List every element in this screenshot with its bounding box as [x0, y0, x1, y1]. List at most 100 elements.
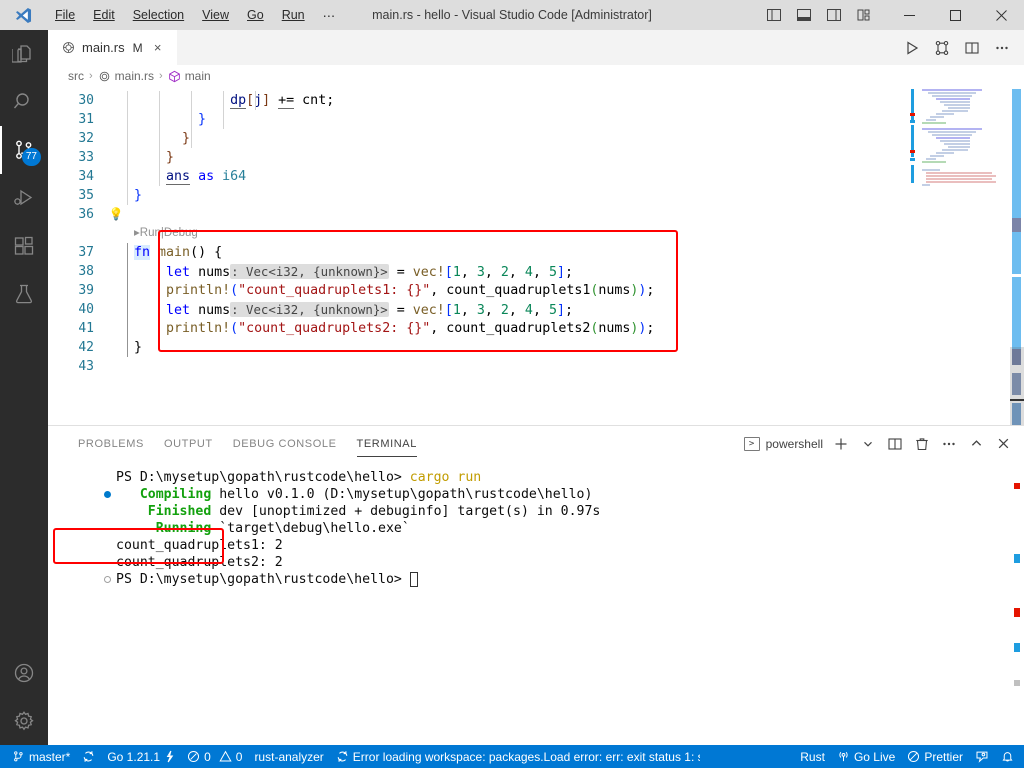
tab-main-rs[interactable]: main.rs M × [48, 30, 178, 65]
menu-go-label: Go [247, 8, 264, 22]
sync-icon [336, 750, 349, 763]
lightbulb-icon[interactable]: 💡 [109, 205, 124, 224]
code-line[interactable]: 42} [48, 338, 1024, 357]
code-line[interactable]: 31 } [48, 110, 1024, 129]
status-prettier[interactable]: Prettier [901, 745, 969, 768]
status-go-live-label: Go Live [853, 749, 896, 764]
gear-button[interactable] [0, 697, 48, 745]
run-debug-fork-icon[interactable] [928, 34, 956, 62]
codelens-debug-link[interactable]: Debug [164, 224, 198, 243]
new-terminal-icon[interactable] [828, 431, 854, 457]
chevron-down-icon[interactable] [855, 431, 881, 457]
sidebar-item-source-control[interactable]: 77 [0, 126, 48, 174]
tab-close-icon[interactable]: × [149, 39, 167, 57]
terminal-command-decoration[interactable] [102, 491, 112, 498]
terminal-selector[interactable]: > powershell [743, 436, 827, 451]
status-language-mode[interactable]: Rust [794, 745, 831, 768]
line-number: 36 [78, 207, 94, 222]
code-token: : Vec<i32, {unknown}> [230, 263, 389, 279]
status-go-version[interactable]: Go 1.21.1 [101, 745, 181, 768]
sidebar-item-search[interactable] [0, 78, 48, 126]
code-scroll-region[interactable]: 30 dp[j] += cnt; 31 } 32 } 33 } 34 ans as i6… [48, 87, 1024, 425]
minimize-button[interactable] [886, 0, 932, 30]
close-panel-icon[interactable] [990, 431, 1016, 457]
more-actions-icon[interactable] [936, 431, 962, 457]
code-editor[interactable]: 30 dp[j] += cnt; 31 } 32 } 33 } 34 ans as i6… [48, 87, 1024, 425]
line-content: } [126, 148, 174, 167]
code-token: 2 [500, 264, 509, 280]
editor-overview-ruler[interactable] [1010, 87, 1024, 425]
maximize-button[interactable] [932, 0, 978, 30]
code-token: , count_quadruplets2 [430, 321, 591, 336]
codelens-run-link[interactable]: Run [140, 224, 161, 243]
kill-terminal-icon[interactable] [909, 431, 935, 457]
split-editor-icon[interactable] [958, 34, 986, 62]
code-line[interactable]: 43 [48, 357, 1024, 376]
code-line[interactable]: 33 } [48, 148, 1024, 167]
code-line[interactable]: 32 } [48, 129, 1024, 148]
terminal-command-decoration[interactable] [102, 576, 112, 583]
status-problems[interactable]: 0 0 [181, 745, 248, 768]
more-actions-icon[interactable] [988, 34, 1016, 62]
sidebar-item-explorer[interactable] [0, 30, 48, 78]
close-button[interactable] [978, 0, 1024, 30]
menu-view[interactable]: View [193, 4, 238, 26]
menu-edit[interactable]: Edit [84, 4, 124, 26]
code-line[interactable]: 36 💡 [48, 205, 1024, 224]
code-token: , count_quadruplets1 [430, 283, 591, 298]
breadcrumb-item-src[interactable]: src [68, 69, 84, 83]
minimap[interactable] [900, 87, 1010, 425]
accounts-button[interactable] [0, 649, 48, 697]
status-notifications[interactable] [995, 745, 1020, 768]
minimap-line [922, 169, 940, 171]
code-line[interactable]: 40 let nums: Vec<i32, {unknown}> = vec![… [48, 299, 1024, 320]
breadcrumb-item-main-rs[interactable]: main.rs [98, 69, 154, 83]
status-feedback[interactable] [969, 745, 995, 768]
code-token: [ [444, 302, 453, 318]
terminal-overview-ruler[interactable] [1010, 461, 1024, 745]
sidebar-item-testing[interactable] [0, 270, 48, 318]
code-line[interactable]: 38 let nums: Vec<i32, {unknown}> = vec![… [48, 261, 1024, 282]
gutter-glyph[interactable]: 💡 [106, 205, 126, 224]
codelens-run-debug[interactable]: ▸ Run | Debug [48, 224, 1024, 243]
files-icon [12, 42, 36, 66]
menu-bar[interactable]: File Edit Selection View Go Run ⋯ [46, 4, 344, 27]
terminal-output[interactable]: PS D:\mysetup\gopath\rustcode\hello> car… [48, 461, 1024, 745]
status-branch[interactable]: master* [6, 745, 76, 768]
run-icon[interactable] [898, 34, 926, 62]
menu-run[interactable]: Run [273, 4, 314, 26]
status-go-live[interactable]: Go Live [831, 745, 901, 768]
line-content: fn main() { [126, 243, 222, 262]
status-rust-analyzer[interactable]: rust-analyzer [248, 745, 329, 768]
terminal-text: count_quadruplets1: 2 [116, 538, 283, 553]
menu-go[interactable]: Go [238, 4, 273, 26]
customize-layout-icon[interactable] [850, 2, 878, 28]
code-line[interactable]: 39 println!("count_quadruplets1: {}", co… [48, 281, 1024, 300]
gear-icon [12, 709, 36, 733]
tab-output[interactable]: OUTPUT [154, 426, 223, 461]
status-sync[interactable] [76, 745, 101, 768]
code-line[interactable]: 30 dp[j] += cnt; [48, 91, 1024, 110]
menu-more[interactable]: ⋯ [314, 4, 345, 27]
code-token: fn [134, 245, 151, 260]
maximize-panel-icon[interactable] [963, 431, 989, 457]
code-token: , [484, 264, 501, 280]
sidebar-item-run-debug[interactable] [0, 174, 48, 222]
sidebar-item-extensions[interactable] [0, 222, 48, 270]
menu-selection[interactable]: Selection [124, 4, 193, 26]
panel-left-icon[interactable] [760, 2, 788, 28]
code-line[interactable]: 34 ans as i64 [48, 167, 1024, 186]
code-line[interactable]: 41 println!("count_quadruplets2: {}", co… [48, 319, 1024, 338]
status-workspace-error[interactable]: Error loading workspace: packages.Load e… [330, 745, 700, 768]
minimap-line [926, 172, 992, 174]
menu-file[interactable]: File [46, 4, 84, 26]
split-terminal-icon[interactable] [882, 431, 908, 457]
tab-debug-console[interactable]: DEBUG CONSOLE [223, 426, 347, 461]
code-line[interactable]: 37 fn main() { [48, 243, 1024, 262]
breadcrumb-item-main[interactable]: main [168, 69, 211, 83]
panel-bottom-icon[interactable] [790, 2, 818, 28]
code-line[interactable]: 35} [48, 186, 1024, 205]
tab-problems[interactable]: PROBLEMS [68, 426, 154, 461]
tab-terminal[interactable]: TERMINAL [347, 426, 427, 461]
panel-right-icon[interactable] [820, 2, 848, 28]
